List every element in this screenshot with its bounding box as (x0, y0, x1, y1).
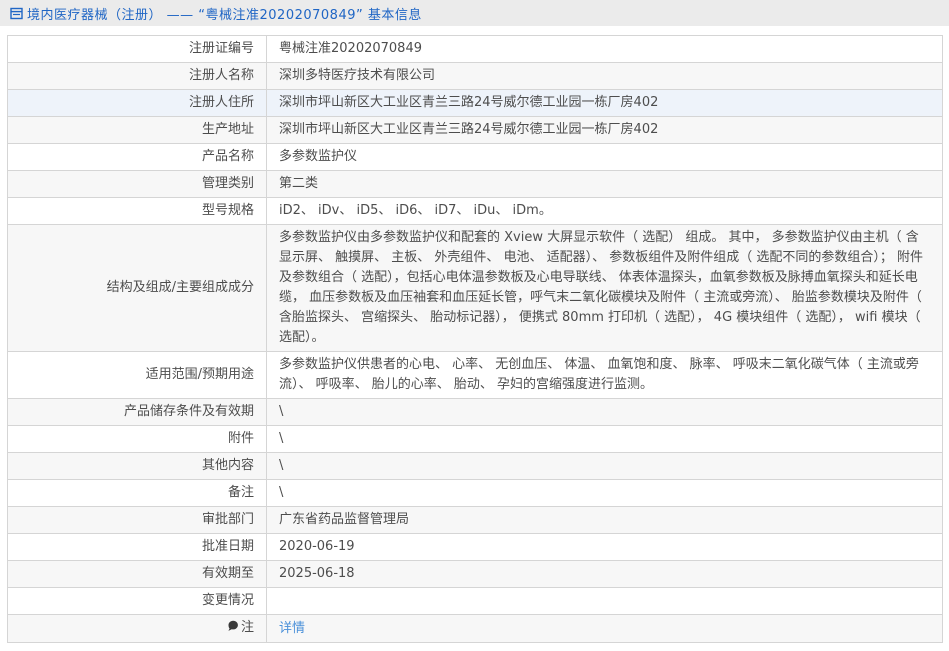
row-value: 详情 (266, 614, 943, 643)
row-value-text: 深圳市坪山新区大工业区青兰三路24号威尔德工业园一栋厂房402 (279, 122, 659, 137)
row-value: 粤械注准20202070849 (266, 35, 943, 63)
table-row: 变更情况 (7, 587, 943, 615)
row-label-text: 注册证编号 (188, 41, 254, 56)
row-value (266, 587, 943, 615)
document-icon (10, 7, 23, 20)
table-row: 产品储存条件及有效期 \ (7, 398, 943, 426)
table-row: 生产地址 深圳市坪山新区大工业区青兰三路24号威尔德工业园一栋厂房402 (7, 116, 943, 144)
row-value: \ (266, 479, 943, 507)
table-row: 注册人名称 深圳多特医疗技术有限公司 (7, 62, 943, 90)
row-label: 其他内容 (7, 452, 267, 480)
row-value: 多参数监护仪由多参数监护仪和配套的 Xview 大屏显示软件（ 选配） 组成。 … (266, 224, 943, 352)
row-value-text: 2025-06-18 (279, 566, 355, 581)
table-row: 注册人住所 深圳市坪山新区大工业区青兰三路24号威尔德工业园一栋厂房402 (7, 89, 943, 117)
note-balloon-icon (227, 619, 239, 639)
row-label: 生产地址 (7, 116, 267, 144)
row-value: 深圳市坪山新区大工业区青兰三路24号威尔德工业园一栋厂房402 (266, 89, 943, 117)
row-label: 型号规格 (7, 197, 267, 225)
row-label: 备注 (7, 479, 267, 507)
row-label: 变更情况 (7, 587, 267, 615)
table-row: 型号规格 iD2、 iDv、 iD5、 iD6、 iD7、 iDu、 iDm。 (7, 197, 943, 225)
row-label: 结构及组成/主要组成成分 (7, 224, 267, 352)
page-header: 境内医疗器械（注册） —— “粤械注准20202070849” 基本信息 (0, 0, 949, 26)
row-value-text: 2020-06-19 (279, 539, 355, 554)
table-row: 其他内容 \ (7, 452, 943, 480)
row-label: 适用范围/预期用途 (7, 351, 267, 399)
row-label-text: 注册人住所 (188, 95, 254, 110)
row-label-text: 附件 (227, 431, 254, 446)
row-value: \ (266, 452, 943, 480)
table-row: 备注 \ (7, 479, 943, 507)
table-row: 产品名称 多参数监护仪 (7, 143, 943, 171)
row-value-text: 多参数监护仪 (279, 149, 358, 164)
row-value-text: 粤械注准20202070849 (279, 41, 422, 56)
row-value: 2020-06-19 (266, 533, 943, 561)
row-label-text: 型号规格 (201, 203, 254, 218)
row-value-text: \ (279, 485, 284, 500)
row-value-text: 深圳市坪山新区大工业区青兰三路24号威尔德工业园一栋厂房402 (279, 95, 659, 110)
detail-link[interactable]: 详情 (279, 621, 305, 636)
row-label: 注册人名称 (7, 62, 267, 90)
row-label-text: 产品储存条件及有效期 (123, 404, 254, 419)
table-row: 有效期至 2025-06-18 (7, 560, 943, 588)
row-label-text: 产品名称 (201, 149, 254, 164)
row-label-text: 适用范围/预期用途 (145, 367, 254, 382)
row-value-text: 深圳多特医疗技术有限公司 (279, 68, 436, 83)
row-label-text: 结构及组成/主要组成成分 (106, 280, 254, 295)
row-label-text: 备注 (227, 485, 254, 500)
info-table-body: 注册证编号 粤械注准20202070849 注册人名称 深圳多特医疗技术有限公司… (7, 35, 943, 643)
table-row: 结构及组成/主要组成成分 多参数监护仪由多参数监护仪和配套的 Xview 大屏显… (7, 224, 943, 352)
info-table: 注册证编号 粤械注准20202070849 注册人名称 深圳多特医疗技术有限公司… (7, 35, 943, 643)
table-row: 适用范围/预期用途 多参数监护仪供患者的心电、 心率、 无创血压、 体温、 血氧… (7, 351, 943, 399)
row-label: 产品储存条件及有效期 (7, 398, 267, 426)
row-label: 注册人住所 (7, 89, 267, 117)
row-label-text: 变更情况 (201, 593, 254, 608)
row-label-text: 批准日期 (201, 539, 254, 554)
row-value: 深圳市坪山新区大工业区青兰三路24号威尔德工业园一栋厂房402 (266, 116, 943, 144)
row-label: 审批部门 (7, 506, 267, 534)
row-value-text: \ (279, 458, 284, 473)
table-row: 附件 \ (7, 425, 943, 453)
row-label-text: 有效期至 (201, 566, 254, 581)
row-value: \ (266, 425, 943, 453)
row-value: 广东省药品监督管理局 (266, 506, 943, 534)
row-value-text: 广东省药品监督管理局 (279, 512, 410, 527)
row-value: 第二类 (266, 170, 943, 198)
row-label-text: 生产地址 (201, 122, 254, 137)
row-value-text: 多参数监护仪由多参数监护仪和配套的 Xview 大屏显示软件（ 选配） 组成。 … (279, 230, 924, 345)
row-value: iD2、 iDv、 iD5、 iD6、 iD7、 iDu、 iDm。 (266, 197, 943, 225)
row-label: 注 (7, 614, 267, 643)
row-value-text: 第二类 (279, 176, 319, 191)
row-value-text: \ (279, 431, 284, 446)
table-row: 注册证编号 粤械注准20202070849 (7, 35, 943, 63)
row-value: 深圳多特医疗技术有限公司 (266, 62, 943, 90)
table-row: 审批部门 广东省药品监督管理局 (7, 506, 943, 534)
row-label-text: 审批部门 (201, 512, 254, 527)
row-label-text: 管理类别 (201, 176, 254, 191)
row-value-text: 多参数监护仪供患者的心电、 心率、 无创血压、 体温、 血氧饱和度、 脉率、 呼… (279, 357, 919, 392)
row-label: 管理类别 (7, 170, 267, 198)
row-label-text: 注册人名称 (188, 68, 254, 83)
row-value: 2025-06-18 (266, 560, 943, 588)
table-row: 管理类别 第二类 (7, 170, 943, 198)
row-value-text: iD2、 iDv、 iD5、 iD6、 iD7、 iDu、 iDm。 (279, 203, 552, 218)
row-label: 注册证编号 (7, 35, 267, 63)
row-value: 多参数监护仪 (266, 143, 943, 171)
row-label: 附件 (7, 425, 267, 453)
row-value-text: \ (279, 404, 284, 419)
row-value: \ (266, 398, 943, 426)
row-label-text: 其他内容 (201, 458, 254, 473)
table-row: 注 详情 (7, 614, 943, 643)
row-label: 有效期至 (7, 560, 267, 588)
row-value: 多参数监护仪供患者的心电、 心率、 无创血压、 体温、 血氧饱和度、 脉率、 呼… (266, 351, 943, 399)
row-label: 产品名称 (7, 143, 267, 171)
row-label: 批准日期 (7, 533, 267, 561)
page-title: 境内医疗器械（注册） —— “粤械注准20202070849” 基本信息 (27, 7, 422, 23)
row-label-text: 注 (240, 620, 254, 635)
table-row: 批准日期 2020-06-19 (7, 533, 943, 561)
